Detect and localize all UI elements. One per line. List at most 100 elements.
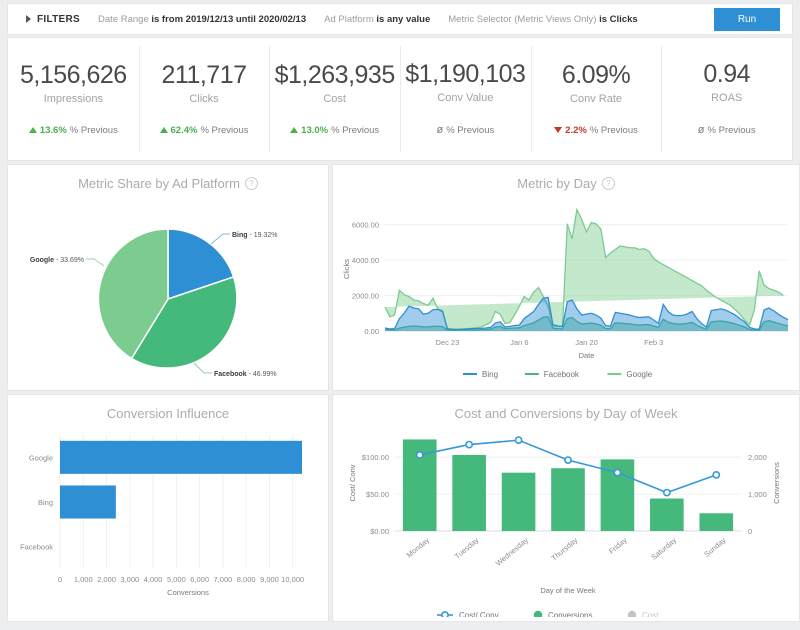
filter-bar: FILTERS Date Range is from 2019/12/13 un… <box>8 4 792 34</box>
trend-down-icon <box>554 127 563 133</box>
filters-toggle-label[interactable]: FILTERS <box>37 14 80 25</box>
filter-date-range-value: is from 2019/12/13 until 2020/02/13 <box>151 13 307 25</box>
line-point-monday[interactable] <box>415 451 424 459</box>
hbar-chart-title-row: Conversion Influence <box>8 395 328 421</box>
right-y-axis-title: Conversions <box>772 462 781 504</box>
kpi-value: 6.09% <box>561 60 631 89</box>
pie-leader-bing <box>210 233 230 245</box>
x-category-label-sunday: Sunday <box>702 535 727 558</box>
bar-thursday[interactable] <box>551 468 585 531</box>
y-category-label-google: Google <box>29 453 53 462</box>
legend-marker-cost-per-conv[interactable] <box>441 611 449 617</box>
pie-chart-title-row: Metric Share by Ad Platform ? <box>8 165 328 191</box>
kpi-impressions[interactable]: 5,156,626 Impressions 13.6% % Previous <box>8 38 139 160</box>
kpi-label: Clicks <box>189 92 219 105</box>
bar-wednesday[interactable] <box>501 472 536 531</box>
x-tick-label: 3,000 <box>120 575 139 584</box>
x-tick-label: 0 <box>58 575 62 584</box>
x-tick-label: 6,000 <box>190 575 209 584</box>
kpi-clicks[interactable]: 211,717 Clicks 62.4% % Previous <box>138 38 270 160</box>
kpi-delta-suffix: % Previous <box>69 124 118 136</box>
card-metric-by-day: Metric by Day ? 0.00 2000.00 4000.00 6000.0… <box>333 165 799 390</box>
bar-google[interactable] <box>60 440 303 474</box>
pie-label-bing: Bing - 19.32% <box>232 232 278 239</box>
left-y-tick-label: $100.00 <box>362 453 389 462</box>
charts-row-top: Metric Share by Ad Platform ? Bing - 19.… <box>8 165 799 390</box>
line-point-friday[interactable] <box>613 468 622 477</box>
legend-label-cost-per-conv: Cost/ Conv <box>459 611 499 617</box>
kpi-delta-value: 62.4% <box>170 124 198 136</box>
metric-by-day-svg: 0.00 2000.00 4000.00 6000.00 Dec 23 Jan 6 Jan … <box>342 207 789 379</box>
filter-ad-platform-value: is any value <box>376 13 431 25</box>
x-category-label-thursday: Thursday <box>550 535 580 562</box>
legend-label-cost: Cost <box>642 611 659 617</box>
kpi-delta-suffix: % Previous <box>589 124 638 136</box>
dashboard-page: FILTERS Date Range is from 2019/12/13 un… <box>0 0 800 630</box>
kpi-label: Cost <box>323 92 346 105</box>
x-axis-title: Date <box>579 351 595 360</box>
line-point-wednesday[interactable] <box>514 436 523 445</box>
x-category-label-wednesday: Wednesday <box>494 535 530 567</box>
line-point-saturday[interactable] <box>662 488 671 497</box>
kpi-delta-suffix: % Previous <box>200 124 249 136</box>
x-tick-label: 9,000 <box>260 575 279 584</box>
x-tick-label: Jan 20 <box>575 338 598 347</box>
run-button[interactable]: Run <box>714 8 780 31</box>
trend-up-icon <box>28 127 37 133</box>
x-tick-label: 8,000 <box>237 575 256 584</box>
kpi-delta: 13.6% % Previous <box>28 124 118 136</box>
bar-saturday[interactable] <box>650 498 684 531</box>
charts-row-bottom: Conversion Influence 0 1,000 2,000 3,000 4,0… <box>8 395 799 621</box>
filter-date-range-name: Date Range <box>98 13 149 25</box>
filter-metric-selector[interactable]: Metric Selector (Metric Views Only) is C… <box>448 14 637 25</box>
y-axis-title: Clicks <box>342 259 351 279</box>
x-axis-title: Day of the Week <box>540 586 596 595</box>
legend-swatch-cost[interactable] <box>627 610 637 617</box>
kpi-value: $1,190,103 <box>405 60 526 88</box>
line-point-thursday[interactable] <box>564 456 572 465</box>
bar-bing[interactable] <box>60 485 116 519</box>
x-tick-label: 5,000 <box>167 575 186 584</box>
kpi-conv-value[interactable]: $1,190,103 Conv Value ø % Previous <box>400 38 531 160</box>
line-point-tuesday[interactable] <box>465 440 474 449</box>
kpi-value: 211,717 <box>161 60 248 89</box>
info-icon[interactable]: ? <box>244 177 258 190</box>
filter-metric-selector-name: Metric Selector (Metric Views Only) <box>448 13 597 25</box>
caret-right-icon[interactable] <box>26 15 31 23</box>
kpi-cost[interactable]: $1,263,935 Cost 13.0% % Previous <box>269 38 400 160</box>
kpi-delta-value: 13.6% <box>39 124 67 136</box>
bar-sunday[interactable] <box>699 513 734 531</box>
y-tick-label: 4000.00 <box>352 256 379 265</box>
kpi-delta-value: 13.0% <box>301 124 329 136</box>
kpi-roas[interactable]: 0.94 ROAS ø % Previous <box>661 38 792 160</box>
x-tick-label: 1,000 <box>74 575 93 584</box>
bar-tuesday[interactable] <box>452 454 486 531</box>
kpi-conv-rate[interactable]: 6.09% Conv Rate 2.2% % Previous <box>530 38 662 160</box>
filter-ad-platform[interactable]: Ad Platform is any value <box>324 14 430 25</box>
kpi-row: 5,156,626 Impressions 13.6% % Previous 2… <box>8 38 792 160</box>
legend-label-facebook: Facebook <box>544 370 580 379</box>
left-y-tick-label: $50.00 <box>366 490 389 499</box>
left-y-tick-label: $0.00 <box>370 527 389 536</box>
combo-chart-title-row: Cost and Conversions by Day of Week <box>333 395 799 421</box>
kpi-delta: ø % Previous <box>698 124 756 136</box>
filter-date-range[interactable]: Date Range is from 2019/12/13 until 2020… <box>98 14 306 25</box>
line-point-sunday[interactable] <box>712 470 721 479</box>
combo-chart-title: Cost and Conversions by Day of Week <box>454 406 678 421</box>
x-axis-title: Conversions <box>167 588 209 597</box>
right-y-tick-label: 1,000 <box>748 490 767 499</box>
legend-swatch-conversions[interactable] <box>533 610 543 617</box>
x-tick-label: Dec 23 <box>435 338 459 347</box>
trend-up-icon <box>290 127 299 133</box>
kpi-value: 5,156,626 <box>19 60 127 89</box>
info-icon[interactable]: ? <box>601 177 615 190</box>
x-tick-label: 4,000 <box>144 575 163 584</box>
no-change-icon: ø <box>697 124 705 136</box>
y-tick-label: 0.00 <box>364 327 379 336</box>
kpi-label: Impressions <box>43 92 103 105</box>
kpi-label: Conv Value <box>437 92 494 104</box>
y-tick-label: 2000.00 <box>352 292 379 301</box>
area-chart-title-row: Metric by Day ? <box>333 165 799 191</box>
y-category-label-bing: Bing <box>38 498 53 507</box>
kpi-delta-suffix: % Previous <box>446 124 495 136</box>
